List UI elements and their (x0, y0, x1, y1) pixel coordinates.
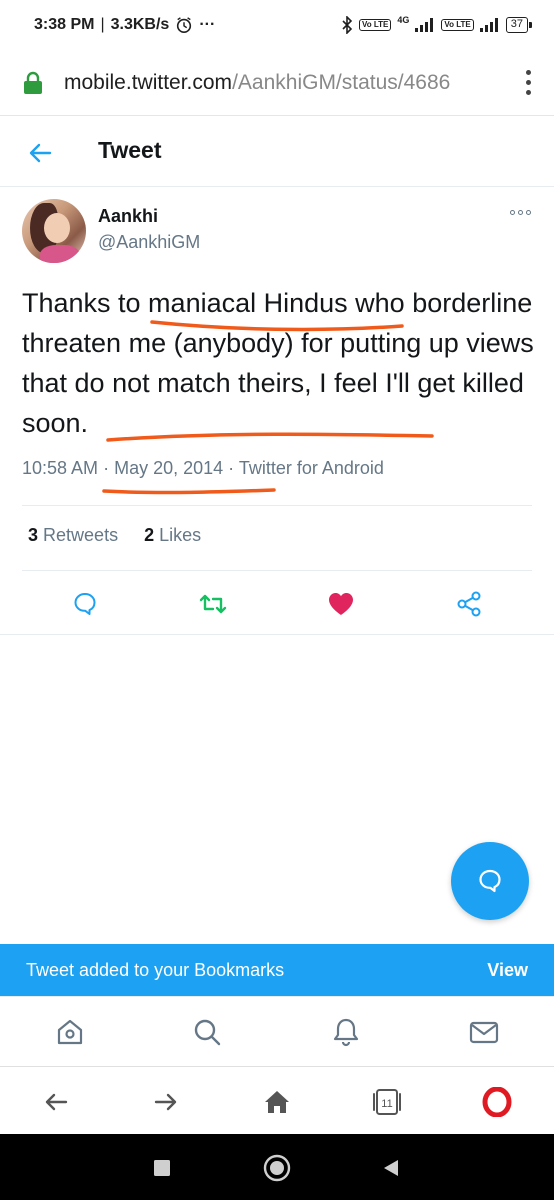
recents-button[interactable] (148, 1154, 176, 1182)
home-icon (57, 1019, 83, 1045)
author-name[interactable]: Aankhi (98, 206, 158, 227)
toast-message: Tweet added to your Bookmarks (26, 959, 285, 980)
retweets-count: 3 (28, 525, 39, 545)
status-right: Vo LTE 4G Vo LTE 37 (341, 15, 533, 34)
page-header: Tweet (0, 117, 554, 187)
tweet-meta: 10:58 AM · May 20, 2014 · Twitter for An… (22, 458, 384, 478)
tweet-time: 10:58 AM (22, 458, 99, 478)
status-time: 3:38 PM (34, 16, 95, 33)
browser-home-button[interactable] (260, 1085, 294, 1119)
battery-indicator: 37 (505, 17, 533, 33)
browser-tabs-button[interactable]: 11 (370, 1085, 404, 1119)
browser-toolbar: 11 (0, 1066, 554, 1134)
avatar[interactable] (22, 199, 86, 263)
tweet-date[interactable]: May 20, 2014 (114, 458, 223, 478)
url-text[interactable]: mobile.twitter.com/AankhiGM/status/4686 (64, 71, 504, 95)
toast-view-button[interactable]: View (487, 960, 528, 981)
status-separator: | (100, 16, 105, 33)
system-back-button[interactable] (377, 1154, 405, 1182)
triangle-back-icon (384, 1160, 398, 1176)
square-icon (154, 1160, 170, 1176)
bluetooth-icon (342, 16, 353, 34)
share-button[interactable] (453, 588, 485, 620)
author-handle[interactable]: @AankhiGM (98, 232, 200, 253)
compose-button[interactable] (451, 842, 529, 920)
likes-label: Likes (159, 525, 202, 545)
tabs-count: 11 (381, 1098, 392, 1110)
more-options-icon[interactable] (510, 210, 531, 215)
circle-icon (263, 1154, 291, 1182)
opera-logo-icon (482, 1087, 512, 1117)
nav-home[interactable] (55, 1017, 85, 1047)
status-more-dots: ··· (199, 16, 216, 33)
status-bar: 3:38 PM | 3.3KB/s ··· Vo LTE 4G Vo LTE 3… (0, 0, 554, 50)
forward-arrow-icon (154, 1093, 177, 1111)
browser-back-button[interactable] (39, 1085, 73, 1119)
house-icon (265, 1091, 289, 1113)
divider-meta (22, 505, 532, 506)
back-arrow-icon (45, 1093, 68, 1111)
likes-count: 2 (144, 525, 155, 545)
url-path: /AankhiGM/status/4686 (232, 70, 451, 94)
search-icon (194, 1019, 221, 1046)
tabs-icon: 11 (373, 1089, 401, 1115)
compose-icon (479, 869, 501, 893)
underline-date (102, 488, 276, 495)
bookmark-toast: Tweet added to your Bookmarks View (0, 944, 554, 996)
retweet-icon (199, 594, 227, 614)
browser-forward-button[interactable] (149, 1085, 183, 1119)
divider-stats (22, 570, 532, 571)
tweet-text: Thanks to maniacal Hindus who borderline… (22, 288, 534, 438)
mail-icon (469, 1021, 499, 1044)
volte-badge: Vo LTE (358, 19, 392, 31)
tweet-actions (0, 580, 554, 630)
volte-badge-2: Vo LTE (441, 19, 474, 31)
nav-notifications[interactable] (331, 1017, 361, 1047)
retweets-label: Retweets (43, 525, 119, 545)
tweet-stats: 3 Retweets 2 Likes (28, 525, 201, 546)
arrow-left-icon[interactable] (26, 139, 54, 167)
heart-icon (329, 593, 353, 615)
retweets-stat[interactable]: 3 Retweets (28, 525, 118, 546)
like-button[interactable] (325, 588, 357, 620)
nav-search[interactable] (192, 1017, 222, 1047)
browser-menu-button[interactable] (520, 70, 536, 95)
url-host: mobile.twitter.com (64, 70, 233, 94)
tweet-source[interactable]: Twitter for Android (239, 458, 384, 478)
bottom-nav (0, 996, 554, 1066)
android-nav-bar (0, 1134, 554, 1200)
status-speed: 3.3KB/s (110, 16, 170, 33)
status-left: 3:38 PM | 3.3KB/s ··· (34, 16, 215, 34)
retweet-button[interactable] (197, 588, 229, 620)
lock-icon (24, 71, 42, 94)
section-divider (0, 634, 554, 635)
home-system-button[interactable] (263, 1154, 291, 1182)
reply-button[interactable] (69, 588, 101, 620)
alarm-icon (177, 17, 192, 34)
likes-stat[interactable]: 2 Likes (144, 525, 201, 546)
nav-messages[interactable] (469, 1017, 499, 1047)
comment-icon (74, 593, 96, 615)
signal-icon-1 (415, 18, 434, 32)
signal-icon-2 (479, 18, 498, 32)
bell-icon (333, 1018, 359, 1047)
share-icon (457, 591, 481, 617)
network-type: 4G (397, 15, 410, 25)
opera-menu-button[interactable] (480, 1085, 514, 1119)
page-title: Tweet (98, 137, 162, 163)
address-bar[interactable]: mobile.twitter.com/AankhiGM/status/4686 (0, 50, 554, 116)
